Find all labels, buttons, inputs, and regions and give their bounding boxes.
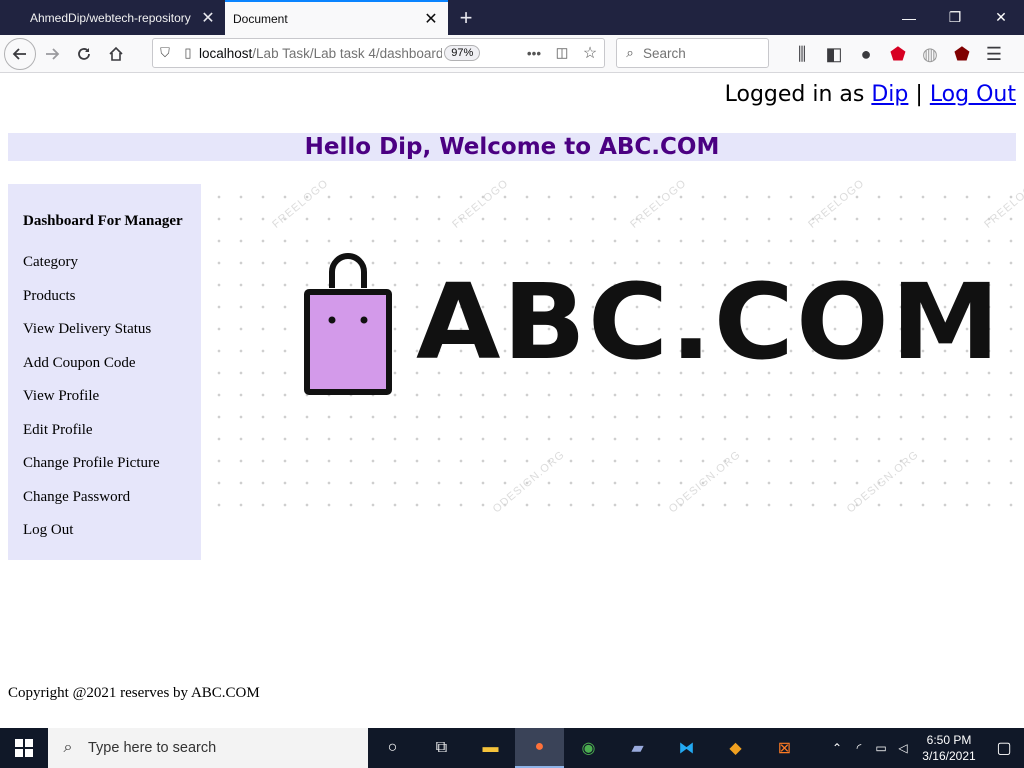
sidebar-icon[interactable]: ◧	[818, 38, 850, 70]
welcome-banner: Hello Dip, Welcome to ABC.COM	[8, 133, 1016, 161]
volume-icon[interactable]: ◁	[892, 741, 914, 755]
page-content: Logged in as Dip | Log Out Hello Dip, We…	[0, 74, 1024, 728]
notification-icon[interactable]: ▢	[984, 738, 1024, 758]
sidebar-item-category[interactable]: Category	[23, 255, 201, 289]
watermark: FREELOGO	[982, 177, 1024, 231]
logout-link[interactable]: Log Out	[930, 82, 1016, 107]
url-path: /Lab Task/Lab task 4/dashboard	[252, 45, 443, 61]
sidebar-item-products[interactable]: Products	[23, 288, 201, 323]
sidebar-item-delivery-status[interactable]: View Delivery Status	[23, 322, 201, 356]
tab-github[interactable]: AhmedDip/webtech-repository ✕	[0, 0, 225, 35]
shopping-bag-icon	[304, 253, 392, 395]
system-tray: ⌃ ◜ ▭ ◁ 6:50 PM 3/16/2021 ▢	[826, 728, 1024, 768]
bookmark-star-icon[interactable]: ☆	[576, 43, 604, 63]
restore-icon[interactable]: ❐	[932, 0, 978, 35]
home-icon[interactable]	[100, 38, 132, 70]
sidebar-item-logout[interactable]: Log Out	[23, 523, 201, 557]
sourcetree-icon[interactable]: ◆	[711, 728, 760, 768]
search-icon: ⌕	[63, 739, 73, 756]
pocket-icon[interactable]: ◫	[548, 45, 576, 61]
library-icon[interactable]: ⫼	[786, 38, 818, 70]
file-explorer-icon[interactable]: ▬	[466, 728, 515, 768]
new-tab-icon[interactable]: +	[448, 0, 484, 35]
close-tab-icon[interactable]: ✕	[422, 9, 440, 29]
chevron-up-icon[interactable]: ⌃	[826, 741, 848, 755]
shield-icon[interactable]: ⛉	[153, 45, 177, 61]
battery-icon[interactable]: ▭	[870, 741, 892, 755]
watermark: ODESIGN.ORG	[844, 448, 922, 516]
watermark: FREELOGO	[450, 177, 511, 231]
watermark: FREELOGO	[270, 177, 331, 231]
sidebar-item-change-password[interactable]: Change Password	[23, 489, 201, 524]
vscode-icon[interactable]: ⧓	[662, 728, 711, 768]
abc-logo: ABC.COM	[304, 248, 1000, 396]
page-info-icon[interactable]: ▯	[177, 45, 199, 61]
search-input[interactable]: ⌕ Search	[616, 38, 769, 68]
search-icon: ⌕	[626, 45, 634, 60]
forward-arrow-icon[interactable]	[36, 38, 68, 70]
browser-navbar: ⛉ ▯ localhost /Lab Task/Lab task 4/dashb…	[0, 35, 1024, 73]
chrome-icon[interactable]: ◉	[564, 728, 613, 768]
sidebar-item-view-profile[interactable]: View Profile	[23, 389, 201, 423]
windows-start-icon[interactable]	[0, 728, 48, 768]
more-actions-icon[interactable]: •••	[520, 46, 548, 61]
login-status: Logged in as Dip | Log Out	[725, 82, 1016, 107]
xampp-icon[interactable]: ⊠	[760, 728, 809, 768]
sidebar-item-profile-picture[interactable]: Change Profile Picture	[23, 456, 201, 490]
ublock-icon[interactable]: ⬟	[946, 38, 978, 70]
username-link[interactable]: Dip	[871, 82, 908, 107]
minimize-icon[interactable]: —	[886, 0, 932, 35]
url-host: localhost	[199, 45, 253, 61]
menu-icon[interactable]: ☰	[978, 38, 1010, 70]
sidebar-title: Dashboard For Manager	[23, 213, 183, 229]
logged-in-text: Logged in as	[724, 82, 865, 107]
account-icon[interactable]: ●	[850, 38, 882, 70]
separator: |	[915, 82, 923, 107]
close-tab-icon[interactable]: ✕	[199, 8, 217, 28]
task-view-icon[interactable]: ⧉	[417, 728, 466, 768]
clock-date: 3/16/2021	[922, 749, 976, 763]
sidebar-item-coupon[interactable]: Add Coupon Code	[23, 355, 201, 390]
sidebar: Dashboard For Manager Category Products …	[8, 184, 201, 560]
logo-image: FREELOGO FREELOGO FREELOGO FREELOGO FREE…	[208, 177, 1024, 524]
cortana-icon[interactable]: ○	[368, 728, 417, 768]
wifi-icon[interactable]: ◜	[848, 741, 870, 755]
back-arrow-icon[interactable]	[4, 37, 36, 70]
clock[interactable]: 6:50 PM 3/16/2021	[914, 732, 984, 764]
watermark: FREELOGO	[628, 177, 689, 231]
taskbar-search-input[interactable]: ⌕ Type here to search	[48, 728, 368, 768]
taskbar: ⌕ Type here to search ○ ⧉ ▬ ● ◉ ▰ ⧓ ◆ ⊠ …	[0, 728, 1024, 768]
footer-copyright: Copyright @2021 reserves by ABC.COM	[8, 685, 260, 701]
globe-icon[interactable]: ◍	[914, 38, 946, 70]
watermark: ODESIGN.ORG	[490, 448, 568, 516]
tab-title: Document	[233, 11, 288, 26]
watermark: ODESIGN.ORG	[666, 448, 744, 516]
clock-time: 6:50 PM	[926, 733, 972, 747]
reload-icon[interactable]	[68, 38, 100, 70]
sidebar-item-edit-profile[interactable]: Edit Profile	[23, 422, 201, 457]
url-bar[interactable]: ⛉ ▯ localhost /Lab Task/Lab task 4/dashb…	[152, 38, 605, 68]
taskbar-search-placeholder: Type here to search	[88, 740, 217, 756]
watermark: FREELOGO	[806, 177, 867, 231]
browser-titlebar: AhmedDip/webtech-repository ✕ Document ✕…	[0, 0, 1024, 35]
zoom-badge[interactable]: 97%	[444, 45, 481, 61]
close-window-icon[interactable]: ✕	[978, 0, 1024, 35]
extension-shield-icon[interactable]: ⬟	[882, 38, 914, 70]
notepad-icon[interactable]: ▰	[613, 728, 662, 768]
tab-document[interactable]: Document ✕	[225, 0, 448, 35]
search-placeholder: Search	[643, 45, 686, 61]
tab-title: AhmedDip/webtech-repository	[30, 10, 191, 25]
firefox-icon[interactable]: ●	[515, 728, 564, 768]
logo-text: ABC.COM	[416, 261, 1002, 383]
